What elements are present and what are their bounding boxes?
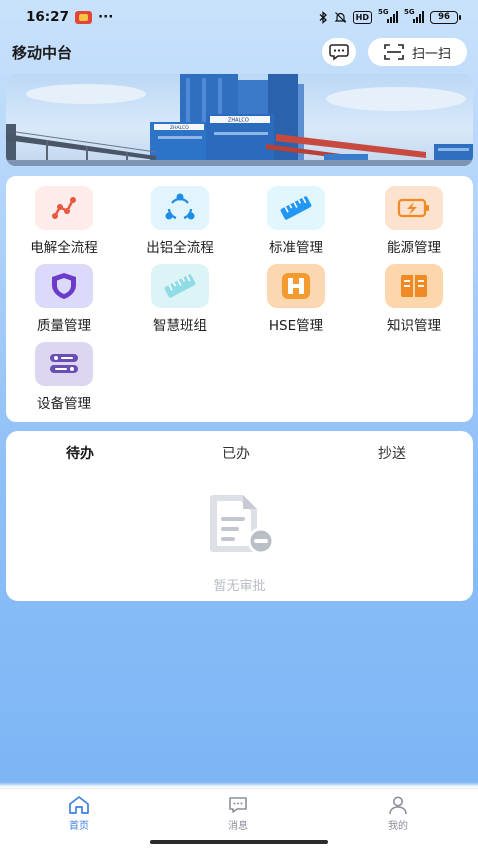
status-bar: 16:27 ··· HD 5G 5G 96 [0,0,478,34]
scan-button[interactable]: 扫一扫 [368,38,467,66]
grid-item-hse[interactable]: HSE管理 [246,264,346,334]
approval-panel: 待办 已办 抄送 暂无审批 [6,431,473,601]
grid-item-equipment[interactable]: 设备管理 [14,342,114,412]
page-title: 移动中台 [12,43,73,62]
grid-label: 能源管理 [387,240,441,256]
hd-voice-icon: HD [352,10,372,24]
mute-bell-icon [334,11,347,23]
banner-image[interactable]: ZHALCO ZHALCO [6,74,473,166]
grid-label: 标准管理 [269,240,323,256]
function-grid: 电解全流程 出铝全流程 标准管理 能源管理 质量管理 智慧班组 HSE管理 知识… [6,176,473,422]
nav-home[interactable]: 首页 [49,795,109,832]
equipment-icon [50,354,78,373]
bluetooth-icon [319,10,327,24]
nav-profile[interactable]: 我的 [368,795,428,832]
grid-label: HSE管理 [268,318,324,334]
empty-state-text: 暂无审批 [213,579,266,594]
grid-item-aluminum-tapping[interactable]: 出铝全流程 [130,186,230,256]
grid-label: 出铝全流程 [146,240,214,256]
tab-cc[interactable]: 抄送 [378,443,406,463]
grid-item-knowledge[interactable]: 知识管理 [364,264,464,334]
grid-item-quality[interactable]: 质量管理 [14,264,114,334]
hse-icon [282,273,310,299]
scan-icon [384,44,404,60]
nav-messages[interactable]: 消息 [208,795,268,832]
building-sign-2: ZHALCO [228,118,249,124]
notification-app-icon [74,10,92,24]
shield-icon [52,273,76,299]
grid-label: 电解全流程 [30,240,98,256]
grid-item-standards[interactable]: 标准管理 [246,186,346,256]
signal-icon-2: 5G [404,8,424,23]
battery-icon: 96 [430,10,461,24]
grid-item-smart-team[interactable]: 智慧班组 [130,264,230,334]
message-icon [229,797,247,813]
status-time: 16:27 [26,9,69,25]
empty-document-icon [210,495,275,555]
home-icon [69,796,89,814]
ruler-icon [280,196,312,220]
book-icon [401,275,427,297]
ruler-icon [164,274,196,298]
battery-bolt-icon [397,198,429,218]
tab-done[interactable]: 已办 [222,443,250,463]
scan-label: 扫一扫 [411,46,451,62]
nav-label-profile: 我的 [388,821,408,832]
nav-label-home: 首页 [69,821,89,832]
process-chart-icon [52,197,76,219]
grid-label: 质量管理 [37,318,91,334]
signal-icon-1: 5G [378,8,398,23]
grid-label: 知识管理 [387,318,441,334]
grid-item-electrolysis[interactable]: 电解全流程 [14,186,114,256]
chat-button[interactable] [322,38,356,66]
building-sign-1: ZHALCO [170,125,189,131]
tab-todo[interactable]: 待办 [66,443,94,463]
grid-item-energy[interactable]: 能源管理 [364,186,464,256]
grid-label: 设备管理 [37,396,91,412]
share-nodes-icon [165,193,195,220]
user-icon [389,796,407,815]
chat-bubble-icon [329,44,349,61]
factory-illustration: ZHALCO ZHALCO [6,74,473,166]
app-header: 移动中台 扫一扫 [0,34,478,70]
home-indicator[interactable] [150,840,328,844]
status-more-dots: ··· [97,9,114,25]
grid-label: 智慧班组 [153,318,207,334]
nav-label-messages: 消息 [228,821,248,832]
